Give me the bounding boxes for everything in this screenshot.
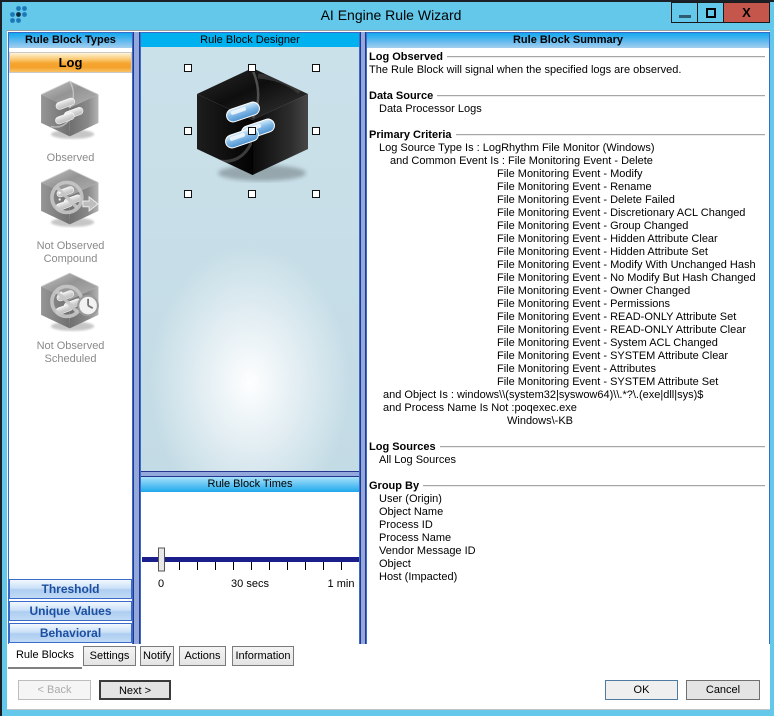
svg-text:1 min: 1 min: [328, 578, 355, 590]
svg-text:30 secs: 30 secs: [231, 578, 269, 590]
svg-text:0: 0: [158, 578, 164, 590]
